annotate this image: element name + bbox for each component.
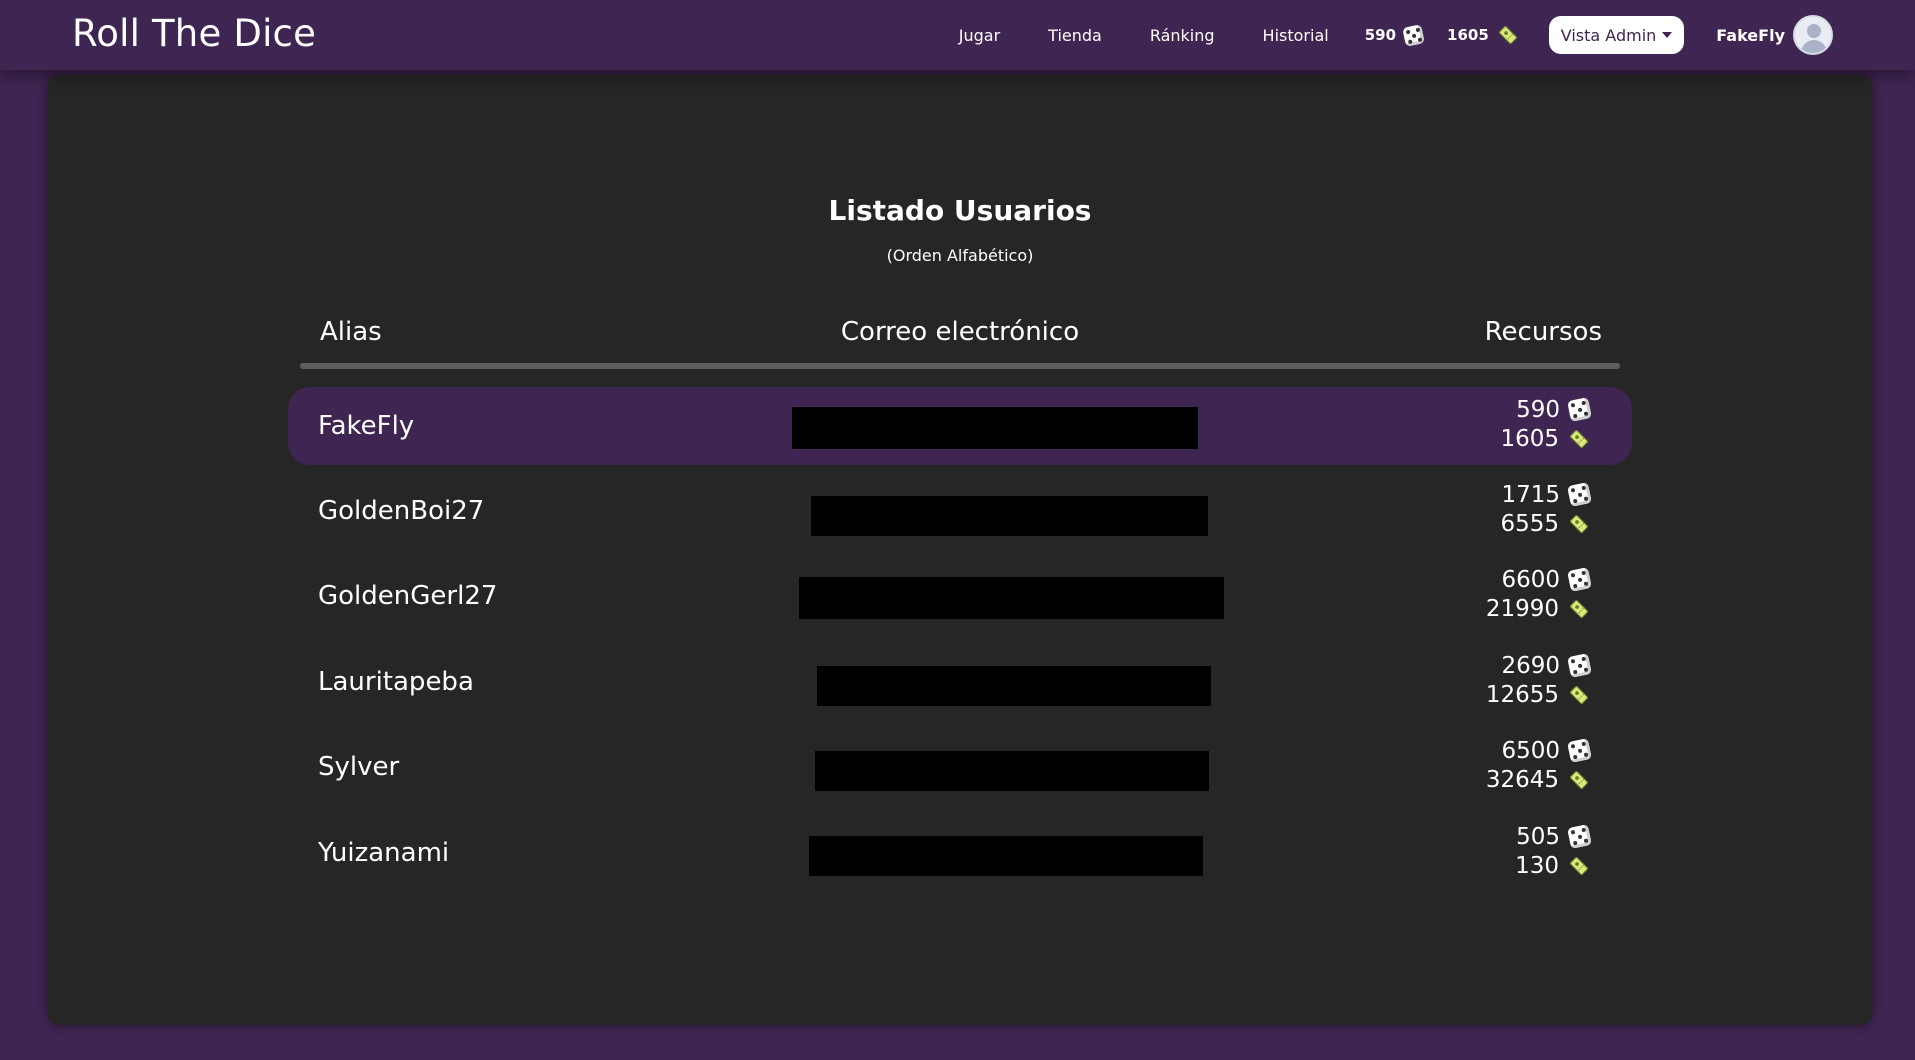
redacted-email	[817, 666, 1211, 706]
ticket-resource: 6555	[1500, 509, 1590, 538]
nav-menu: Jugar Tienda Ránking Historial 590 1605 …	[935, 0, 1915, 70]
user-alias: GoldenGerl27	[318, 581, 498, 611]
user-row[interactable]: Yuizanami 505 130	[288, 814, 1632, 892]
dice-icon	[1402, 23, 1425, 47]
user-resources: 590 1605	[1500, 395, 1592, 453]
dice-resource: 6600	[1501, 565, 1592, 594]
ticket-icon	[1568, 598, 1590, 620]
ticket-resource: 130	[1515, 851, 1590, 880]
ticket-amount: 21990	[1485, 595, 1559, 622]
nav-link-jugar[interactable]: Jugar	[959, 26, 1000, 45]
user-resources: 6500 32645	[1486, 736, 1592, 794]
ticket-icon	[1497, 24, 1519, 46]
user-alias: Yuizanami	[318, 838, 450, 868]
ticket-amount: 12655	[1485, 681, 1559, 708]
dice-resource: 6500	[1501, 736, 1592, 765]
nav-ticket-balance: 1605	[1447, 24, 1519, 46]
ticket-amount: 130	[1515, 852, 1559, 879]
header-divider	[300, 363, 1620, 369]
user-resources: 2690 12655	[1486, 651, 1592, 709]
user-alias: FakeFly	[318, 411, 415, 441]
admin-view-dropdown[interactable]: Vista Admin	[1548, 16, 1685, 54]
nav-link-ranking[interactable]: Ránking	[1150, 26, 1215, 45]
dice-amount: 6600	[1501, 566, 1560, 593]
user-resources: 1715 6555	[1500, 480, 1592, 538]
user-resources: 6600 21990	[1486, 565, 1592, 623]
user-row[interactable]: GoldenGerl27 6600 21990	[288, 557, 1632, 635]
nav-link-tienda[interactable]: Tienda	[1048, 26, 1102, 45]
dice-amount: 505	[1516, 823, 1560, 850]
users-panel: Listado Usuarios (Orden Alfabético) Corr…	[48, 75, 1872, 1025]
admin-view-label: Vista Admin	[1560, 25, 1657, 45]
ticket-icon	[1568, 513, 1590, 535]
user-alias: Sylver	[318, 752, 400, 782]
dice-icon	[1567, 482, 1592, 507]
ticket-resource: 21990	[1486, 594, 1590, 623]
dice-resource: 2690	[1501, 651, 1592, 680]
redacted-email	[811, 496, 1208, 536]
user-resources: 505 130	[1515, 822, 1592, 880]
ticket-resource: 32645	[1486, 765, 1590, 794]
ticket-icon	[1568, 769, 1590, 791]
dice-icon	[1567, 824, 1592, 849]
user-alias: GoldenBoi27	[318, 496, 485, 526]
nav-link-historial[interactable]: Historial	[1263, 26, 1329, 45]
dice-amount: 6500	[1501, 737, 1560, 764]
app-title[interactable]: Roll The Dice	[72, 12, 316, 55]
user-row[interactable]: Sylver 6500 32645	[288, 728, 1632, 806]
dice-icon	[1567, 653, 1592, 678]
chevron-down-icon	[1662, 32, 1673, 38]
user-alias: Lauritapeba	[318, 667, 474, 697]
ticket-amount: 32645	[1485, 766, 1559, 793]
ticket-amount: 6555	[1500, 510, 1559, 537]
user-row[interactable]: GoldenBoi27 1715 6555	[288, 472, 1632, 550]
nav-dice-balance: 590	[1364, 23, 1425, 47]
dice-amount: 1715	[1501, 481, 1560, 508]
ticket-icon	[1568, 855, 1590, 877]
dice-icon	[1567, 397, 1592, 422]
ticket-amount: 1605	[1500, 425, 1559, 452]
dice-amount: 2690	[1501, 652, 1560, 679]
top-navbar: Roll The Dice Jugar Tienda Ránking Histo…	[0, 0, 1915, 70]
dice-icon	[1567, 738, 1592, 763]
dice-amount: 590	[1516, 396, 1560, 423]
redacted-email	[815, 751, 1209, 791]
page-subtitle: (Orden Alfabético)	[886, 246, 1034, 265]
avatar[interactable]	[1793, 15, 1833, 55]
redacted-email	[809, 836, 1203, 876]
table-header: Correo electrónico Alias Recursos	[48, 317, 1872, 357]
ticket-icon	[1568, 684, 1590, 706]
column-header-alias: Alias	[320, 317, 382, 347]
dice-resource: 590	[1516, 395, 1592, 424]
ticket-resource: 1605	[1500, 424, 1590, 453]
nav-ticket-count: 1605	[1447, 26, 1489, 44]
redacted-email	[799, 577, 1224, 619]
dice-resource: 505	[1516, 822, 1592, 851]
nav-dice-count: 590	[1364, 26, 1397, 44]
page-title: Listado Usuarios	[828, 194, 1092, 227]
dice-resource: 1715	[1501, 480, 1592, 509]
ticket-resource: 12655	[1486, 680, 1590, 709]
ticket-icon	[1568, 428, 1590, 450]
dice-icon	[1567, 567, 1592, 592]
redacted-email	[792, 407, 1198, 449]
user-name[interactable]: FakeFly	[1716, 26, 1785, 45]
column-header-resources: Recursos	[1484, 317, 1602, 347]
user-row[interactable]: FakeFly 590 1605	[288, 387, 1632, 465]
user-row[interactable]: Lauritapeba 2690 12655	[288, 643, 1632, 721]
